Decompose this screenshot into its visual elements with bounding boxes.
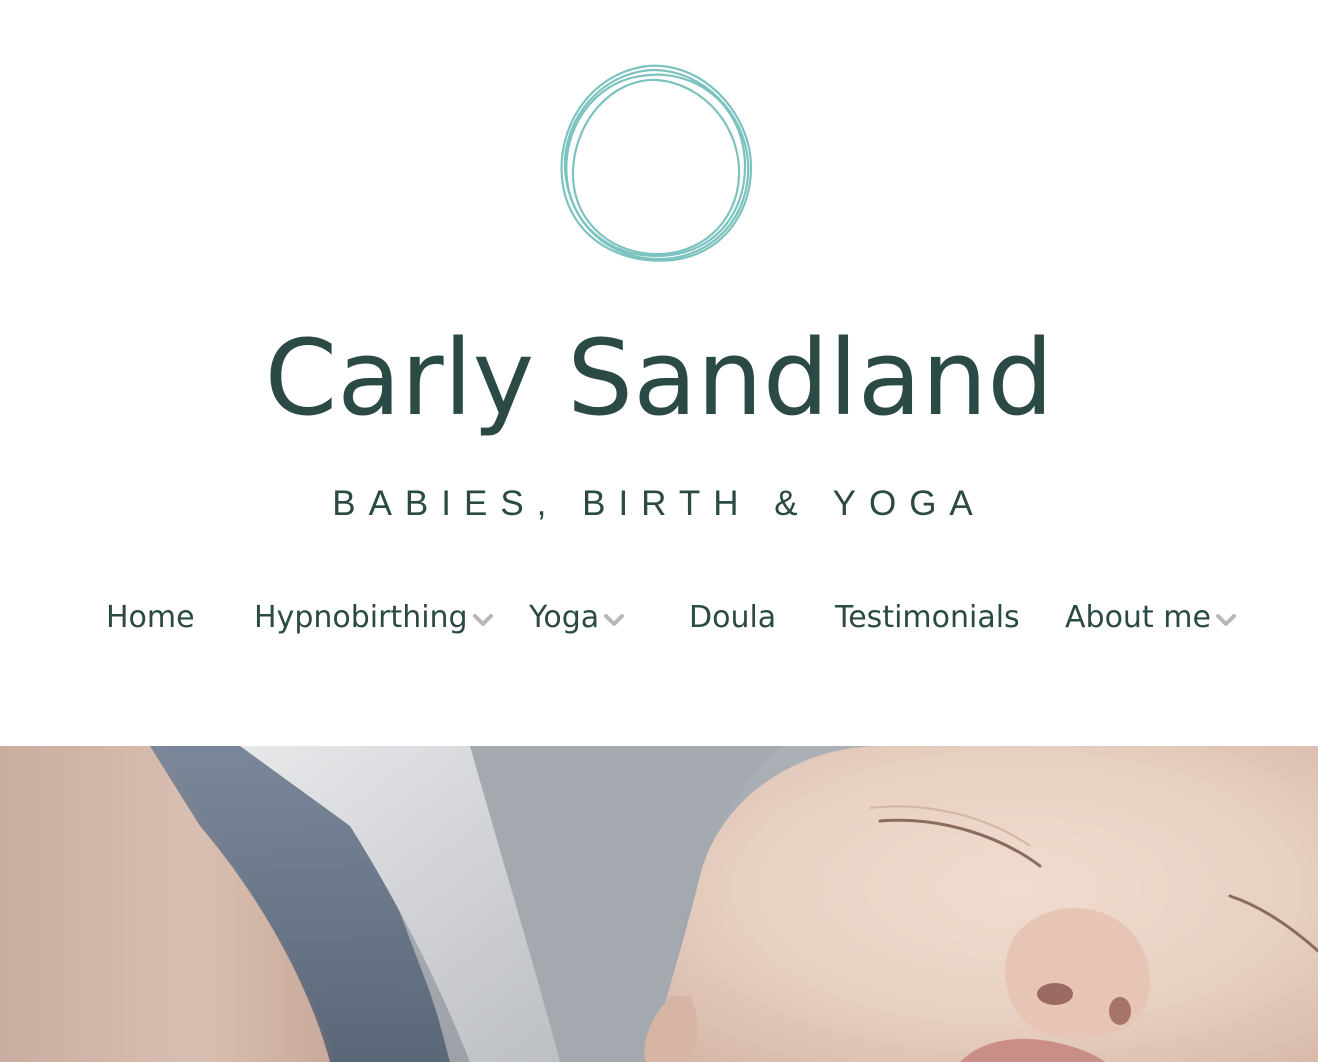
main-nav: Home Hypnobirthing Yoga Doula Testimonia…: [0, 592, 1318, 642]
chevron-down-icon: [1215, 614, 1236, 626]
site-title[interactable]: Carly Sandland: [0, 318, 1318, 438]
nav-item-label: Yoga: [529, 599, 600, 635]
nav-item-label: Testimonials: [835, 599, 1020, 635]
chevron-down-icon: [604, 614, 625, 626]
nav-item-label: Hypnobirthing: [254, 599, 468, 635]
site-tagline: BABIES, BIRTH & YOGA: [332, 484, 986, 523]
page: Carly Sandland BABIES, BIRTH & YOGA Home…: [0, 0, 1318, 1062]
sleeping-newborn-photo: [0, 746, 1318, 1062]
nav-item-hypnobirthing[interactable]: Hypnobirthing: [254, 592, 494, 642]
chevron-down-icon: [472, 614, 493, 626]
nav-item-doula[interactable]: Doula: [689, 592, 776, 642]
nav-item-home[interactable]: Home: [106, 592, 195, 642]
nav-item-yoga[interactable]: Yoga: [529, 592, 625, 642]
nav-item-label: About me: [1065, 599, 1211, 635]
nav-item-label: Home: [106, 599, 195, 635]
nav-item-about-me[interactable]: About me: [1065, 592, 1237, 642]
hero-image: [0, 746, 1318, 1062]
nav-item-label: Doula: [689, 599, 777, 635]
nav-item-testimonials[interactable]: Testimonials: [835, 592, 1020, 642]
circle-scribble-icon[interactable]: [553, 58, 765, 270]
